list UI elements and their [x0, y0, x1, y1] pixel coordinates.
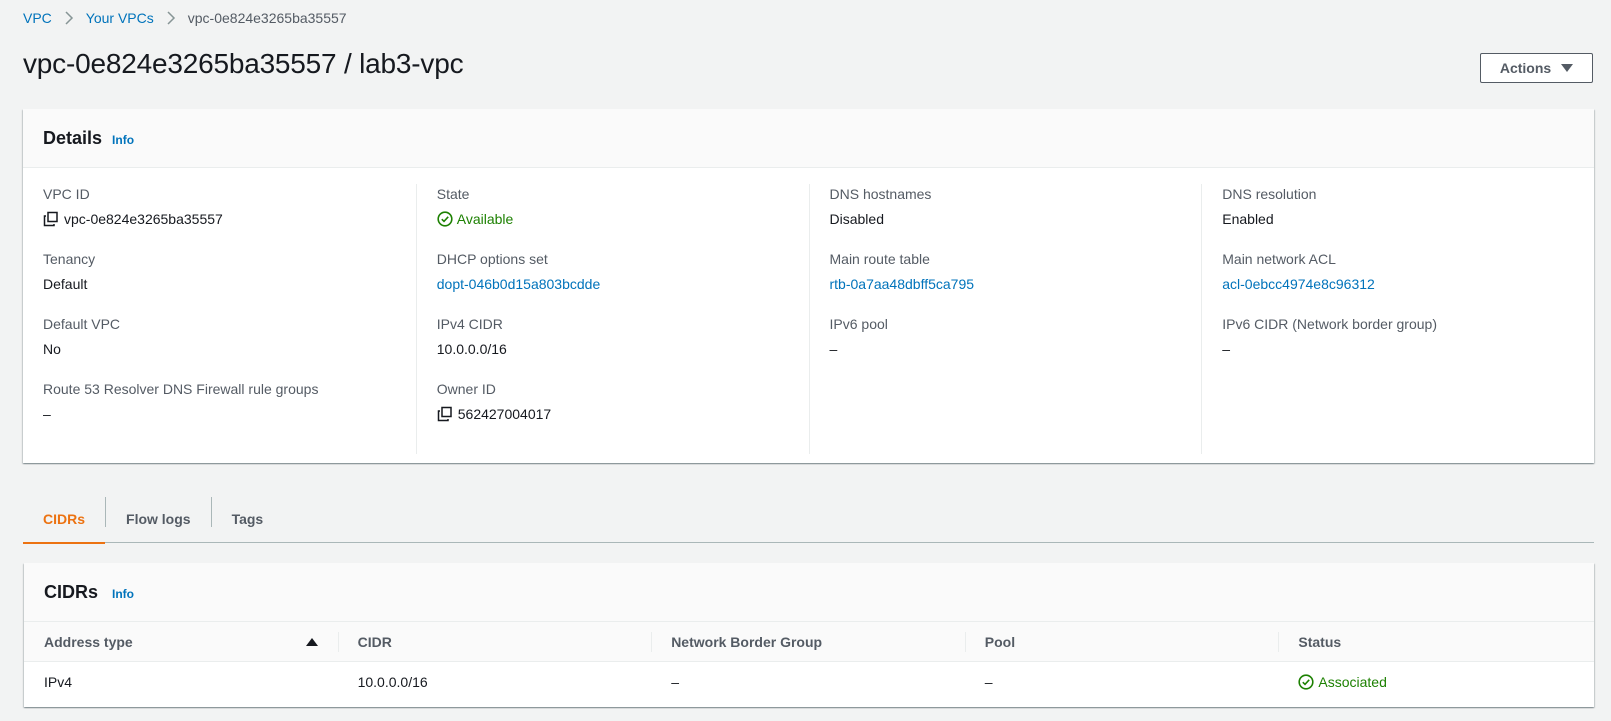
- field-vpc-id: VPC ID vpc-0e824e3265ba35557: [43, 184, 396, 249]
- column-header-network-border-group[interactable]: Network Border Group: [651, 622, 965, 661]
- field-dhcp-options: DHCP options set dopt-046b0d15a803bcdde: [437, 249, 789, 314]
- chevron-right-icon: [64, 11, 74, 25]
- cidrs-header: CIDRs Info: [24, 563, 1594, 622]
- actions-button[interactable]: Actions: [1480, 53, 1593, 83]
- table-cell: IPv4: [44, 674, 73, 690]
- field-value-row: vpc-0e824e3265ba35557: [43, 209, 396, 229]
- chevron-right-icon: [166, 11, 176, 25]
- breadcrumb-vpc-link[interactable]: VPC: [23, 10, 52, 26]
- details-header: Details Info: [23, 109, 1594, 168]
- field-label: IPv4 CIDR: [436, 316, 503, 332]
- table-cell-status: Associated: [1278, 662, 1592, 702]
- column-header-pool[interactable]: Pool: [964, 622, 1279, 661]
- field-value: –: [43, 406, 51, 422]
- details-column-4: DNS resolution Enabled Main network ACL …: [1201, 184, 1594, 454]
- details-panel: Details Info VPC ID vpc-0e824e3265ba3555…: [23, 109, 1594, 463]
- field-value: Enabled: [1222, 211, 1274, 227]
- column-header-label: CIDR: [357, 633, 392, 650]
- field-value: Disabled: [829, 211, 884, 227]
- field-label: Main route table: [829, 251, 930, 267]
- field-label: Owner ID: [436, 381, 496, 397]
- field-ipv6-cidr: IPv6 CIDR (Network border group) –: [1222, 314, 1574, 379]
- breadcrumb-current: vpc-0e824e3265ba35557: [187, 10, 347, 26]
- tab-cidrs[interactable]: CIDRs: [23, 495, 106, 544]
- field-value-row: Available: [437, 209, 789, 229]
- field-label: Main network ACL: [1222, 251, 1336, 267]
- column-header-status[interactable]: Status: [1278, 622, 1592, 661]
- details-column-1: VPC ID vpc-0e824e3265ba35557 Tenancy Def…: [23, 184, 416, 454]
- field-ipv6-pool: IPv6 pool –: [830, 314, 1182, 379]
- field-label: IPv6 CIDR (Network border group): [1222, 316, 1437, 332]
- breadcrumb-your-vpcs-link[interactable]: Your VPCs: [86, 10, 154, 26]
- field-value: vpc-0e824e3265ba35557: [64, 211, 223, 227]
- field-default-vpc: Default VPC No: [43, 314, 396, 379]
- table-cell: –: [671, 674, 679, 690]
- field-value-row: 562427004017: [437, 404, 789, 424]
- sort-ascending-icon: [305, 637, 318, 646]
- column-header-label: Pool: [984, 633, 1016, 650]
- field-value: 10.0.0.0/16: [436, 341, 507, 357]
- field-dns-hostnames: DNS hostnames Disabled: [830, 184, 1182, 249]
- copy-icon[interactable]: [43, 211, 59, 227]
- column-header-label: Network Border Group: [671, 633, 823, 650]
- details-column-3: DNS hostnames Disabled Main route table …: [808, 184, 1202, 454]
- field-label: Route 53 Resolver DNS Firewall rule grou…: [43, 381, 319, 397]
- field-label: Default VPC: [43, 316, 121, 332]
- status-check-icon: [437, 211, 453, 227]
- cidrs-table: Address type CIDR Network Border Group P…: [24, 622, 1594, 702]
- column-header-label: Status: [1298, 633, 1342, 650]
- cidrs-info-link[interactable]: Info: [112, 587, 134, 601]
- field-value: Default: [43, 276, 88, 292]
- field-value: –: [1222, 341, 1231, 357]
- field-main-route-table: Main route table rtb-0a7aa48dbff5ca795: [830, 249, 1182, 314]
- details-grid: VPC ID vpc-0e824e3265ba35557 Tenancy Def…: [23, 168, 1594, 454]
- main-network-acl-link[interactable]: acl-0ebcc4974e8c96312: [1222, 274, 1574, 294]
- field-label: IPv6 pool: [829, 316, 888, 332]
- field-owner-id: Owner ID 562427004017: [437, 379, 789, 444]
- field-value: –: [829, 341, 838, 357]
- field-route53-firewall: Route 53 Resolver DNS Firewall rule grou…: [43, 379, 396, 444]
- status-badge: Available: [456, 211, 514, 227]
- page-title: vpc-0e824e3265ba35557 / lab3-vpc: [23, 48, 464, 79]
- field-value: No: [43, 341, 61, 357]
- actions-button-label: Actions: [1499, 60, 1552, 76]
- breadcrumb: VPC Your VPCs vpc-0e824e3265ba35557: [23, 10, 347, 26]
- column-header-cidr[interactable]: CIDR: [337, 622, 652, 661]
- dhcp-options-link[interactable]: dopt-046b0d15a803bcdde: [437, 274, 789, 294]
- copy-icon[interactable]: [437, 406, 453, 422]
- details-title: Details: [43, 127, 103, 148]
- caret-down-icon: [1561, 64, 1574, 72]
- cidrs-title: CIDRs: [44, 581, 99, 602]
- field-label: DHCP options set: [436, 251, 548, 267]
- field-ipv4-cidr: IPv4 CIDR 10.0.0.0/16: [437, 314, 789, 379]
- tab-flow-logs[interactable]: Flow logs: [106, 495, 211, 543]
- cidrs-panel: CIDRs Info Address type CIDR Network Bor…: [24, 563, 1594, 707]
- table-header: Address type CIDR Network Border Group P…: [24, 622, 1594, 662]
- field-dns-resolution: DNS resolution Enabled: [1222, 184, 1574, 249]
- details-column-2: State Available DHCP options set dopt-04…: [415, 184, 809, 454]
- status-badge: Associated: [1318, 674, 1387, 690]
- field-label: VPC ID: [43, 186, 90, 202]
- field-label: DNS resolution: [1222, 186, 1317, 202]
- table-cell: –: [984, 674, 993, 690]
- column-header-label: Address type: [44, 633, 133, 650]
- tab-bar: CIDRs Flow logs Tags: [23, 495, 1594, 544]
- main-route-table-link[interactable]: rtb-0a7aa48dbff5ca795: [830, 274, 1182, 294]
- field-tenancy: Tenancy Default: [43, 249, 396, 314]
- field-label: DNS hostnames: [829, 186, 932, 202]
- field-main-network-acl: Main network ACL acl-0ebcc4974e8c96312: [1222, 249, 1574, 314]
- details-info-link[interactable]: Info: [112, 133, 134, 147]
- column-header-address-type[interactable]: Address type: [24, 622, 338, 661]
- field-value: 562427004017: [457, 406, 552, 422]
- field-label: State: [436, 186, 470, 202]
- table-cell: 10.0.0.0/16: [357, 674, 428, 690]
- table-row: IPv4 10.0.0.0/16 – – Associated: [24, 662, 1594, 702]
- field-state: State Available: [437, 184, 789, 249]
- tab-tags[interactable]: Tags: [212, 495, 284, 543]
- field-label: Tenancy: [43, 251, 96, 267]
- status-check-icon: [1298, 674, 1314, 690]
